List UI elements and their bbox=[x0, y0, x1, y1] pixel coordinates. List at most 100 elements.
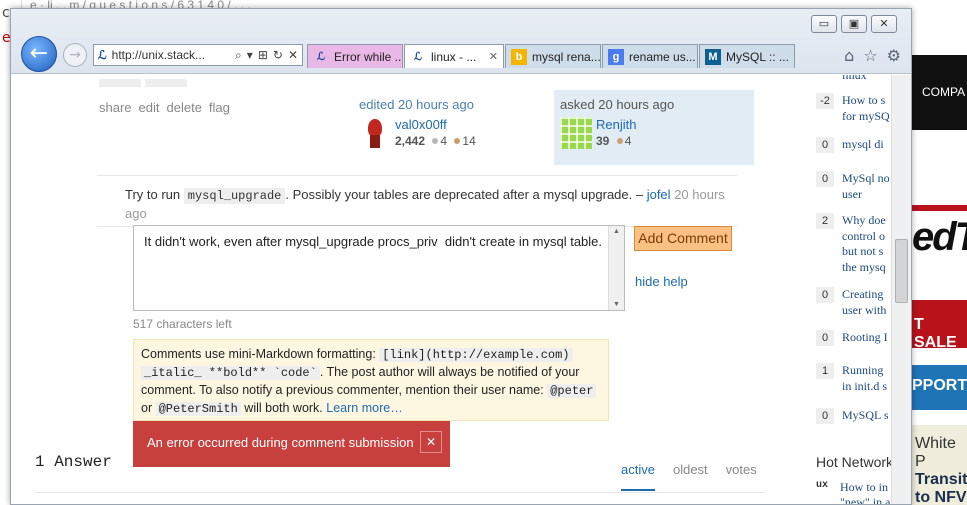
back-button[interactable]: ← bbox=[21, 36, 57, 72]
related-item[interactable]: 0 Rooting I bbox=[816, 330, 891, 346]
editor-name-link[interactable]: val0x00ff bbox=[395, 117, 476, 132]
related-score: -2 bbox=[816, 93, 834, 109]
related-score: 2 bbox=[816, 213, 834, 229]
bg-nfv-line: to NFV bbox=[915, 489, 967, 505]
dropdown-icon[interactable]: ▾ bbox=[247, 48, 253, 62]
unix-se-icon: ℒ bbox=[414, 49, 422, 63]
unix-se-icon: ℒ bbox=[317, 49, 325, 63]
gear-icon[interactable]: ⚙ bbox=[887, 46, 901, 65]
related-item[interactable]: -2 How to s for mySQ bbox=[816, 93, 891, 124]
stop-icon[interactable]: ✕ bbox=[288, 48, 298, 62]
edited-time-link[interactable]: edited 20 hours ago bbox=[359, 97, 539, 112]
forward-button[interactable]: → bbox=[63, 43, 87, 67]
bg-nfv-line: White P bbox=[915, 435, 956, 470]
bronze-count: 14 bbox=[462, 134, 476, 148]
related-title[interactable]: How to s for mySQ bbox=[842, 93, 891, 124]
related-title[interactable]: mysql di bbox=[842, 137, 891, 153]
tab-votes[interactable]: votes bbox=[726, 462, 757, 491]
hot-network-title[interactable]: How to in "new" in a bbox=[840, 480, 890, 505]
related-title[interactable]: linux bbox=[842, 75, 891, 84]
help-code: [link](http://example.com) bbox=[379, 348, 573, 362]
vote-remnants bbox=[99, 75, 191, 90]
bronze-badge-icon bbox=[616, 138, 623, 145]
home-icon[interactable]: ⌂ bbox=[844, 46, 854, 65]
maximize-button[interactable]: ▣ bbox=[841, 15, 867, 33]
editor-reputation: 2,442 4 14 bbox=[395, 134, 476, 148]
mysql-icon: M bbox=[705, 48, 721, 65]
editor-signature: edited 20 hours ago val0x00ff 2,442 4 14 bbox=[359, 97, 539, 149]
close-icon[interactable]: ✕ bbox=[420, 431, 442, 453]
bg-sale-banner: T SALE bbox=[912, 300, 967, 351]
comment-text: . Possibly your tables are deprecated af… bbox=[285, 187, 647, 202]
avatar[interactable] bbox=[560, 117, 592, 149]
related-title[interactable]: MySql no user bbox=[842, 171, 891, 202]
comment-author-link[interactable]: jofel bbox=[647, 187, 671, 202]
silver-count: 4 bbox=[440, 134, 448, 148]
related-title[interactable]: Rooting I bbox=[842, 330, 891, 346]
comment-scrollbar[interactable]: ▲ ▼ bbox=[608, 226, 624, 310]
tab-label: Error while ... bbox=[334, 49, 403, 64]
scroll-down-icon[interactable]: ▼ bbox=[609, 301, 624, 308]
tab-oldest[interactable]: oldest bbox=[673, 462, 708, 491]
error-message: An error occurred during comment submiss… bbox=[147, 435, 414, 450]
hide-help-link[interactable]: hide help bbox=[635, 274, 688, 289]
tab-error-while[interactable]: ℒ Error while ... bbox=[307, 44, 403, 68]
learn-more-link[interactable]: Learn more… bbox=[326, 401, 402, 415]
bg-nfv-banner: White P Transit to NFV bbox=[912, 425, 967, 505]
tab-active[interactable]: active bbox=[621, 462, 655, 491]
browser-window: ▭ ▣ ✕ ← → ℒ http://unix.stack... ⌕ ▾ ⊞ ↻… bbox=[10, 8, 912, 505]
related-title[interactable]: Running in init.d s bbox=[842, 363, 891, 394]
favorites-star-icon[interactable]: ☆ bbox=[863, 46, 877, 65]
refresh-icon[interactable]: ↻ bbox=[273, 48, 283, 62]
add-comment-button[interactable]: Add Comment bbox=[634, 226, 732, 251]
share-link[interactable]: share bbox=[99, 100, 132, 115]
related-item[interactable]: 0 MySQL s bbox=[816, 408, 891, 424]
related-title[interactable]: MySQL s bbox=[842, 408, 891, 424]
tab-label: linux - ... bbox=[431, 49, 477, 64]
tab-mysql-rename[interactable]: b mysql rena... bbox=[505, 44, 601, 68]
hot-line: "new" in a bbox=[840, 495, 890, 505]
hot-line: How to in bbox=[840, 480, 888, 494]
address-url[interactable]: http://unix.stack... bbox=[112, 48, 230, 62]
search-icon[interactable]: ⌕ bbox=[235, 48, 242, 63]
related-item[interactable]: linux bbox=[816, 75, 891, 84]
close-window-button[interactable]: ✕ bbox=[871, 15, 897, 33]
page-content: share edit delete flag edited 20 hours a… bbox=[11, 75, 891, 505]
tab-mysql-docs[interactable]: M MySQL :: ... bbox=[699, 44, 795, 68]
flag-link[interactable]: flag bbox=[209, 100, 230, 115]
avatar[interactable] bbox=[359, 117, 391, 149]
related-item[interactable]: 0 Creating user with bbox=[816, 287, 891, 318]
page-scrollbar[interactable] bbox=[891, 75, 911, 504]
related-score: 0 bbox=[816, 408, 834, 424]
comment-text: Try to run bbox=[125, 187, 184, 202]
browser-toolbar: ⌂ ☆ ⚙ bbox=[844, 46, 901, 65]
address-bar[interactable]: ℒ http://unix.stack... ⌕ ▾ ⊞ ↻ ✕ bbox=[93, 44, 303, 66]
asker-reputation: 39 4 bbox=[596, 134, 636, 148]
delete-link[interactable]: delete bbox=[167, 100, 202, 115]
edit-link[interactable]: edit bbox=[139, 100, 160, 115]
answers-heading: 1 Answer bbox=[35, 453, 112, 471]
error-notification: An error occurred during comment submiss… bbox=[133, 421, 450, 467]
related-title[interactable]: Creating user with bbox=[842, 287, 891, 318]
related-score: 0 bbox=[816, 137, 834, 153]
compatibility-icon[interactable]: ⊞ bbox=[258, 48, 268, 62]
bg-red-bar bbox=[912, 205, 967, 211]
close-tab-icon[interactable]: ✕ bbox=[489, 50, 498, 63]
tab-rename-user[interactable]: g rename us... bbox=[602, 44, 698, 68]
related-item[interactable]: 2 Why doe control o but not s the mysq bbox=[816, 213, 891, 275]
tab-linux[interactable]: ℒ linux - ... ✕ bbox=[404, 44, 504, 68]
related-item[interactable]: 0 mysql di bbox=[816, 137, 891, 153]
silver-badge-icon bbox=[432, 138, 439, 145]
asker-name-link[interactable]: Renjith bbox=[596, 117, 636, 132]
bronze-count: 4 bbox=[624, 134, 632, 148]
scroll-up-icon[interactable]: ▲ bbox=[609, 228, 624, 235]
minimize-button[interactable]: ▭ bbox=[811, 15, 837, 33]
unix-se-icon: ux bbox=[816, 480, 832, 494]
comment-input[interactable]: It didn't work, even after mysql_upgrade… bbox=[133, 225, 625, 311]
bg-glyph: c bbox=[2, 5, 10, 21]
related-item[interactable]: 1 Running in init.d s bbox=[816, 363, 891, 394]
hot-network-item[interactable]: ux How to in "new" in a bbox=[816, 480, 890, 505]
scrollbar-thumb[interactable] bbox=[895, 239, 908, 303]
related-item[interactable]: 0 MySql no user bbox=[816, 171, 891, 202]
related-title[interactable]: Why doe control o but not s the mysq bbox=[842, 213, 891, 275]
